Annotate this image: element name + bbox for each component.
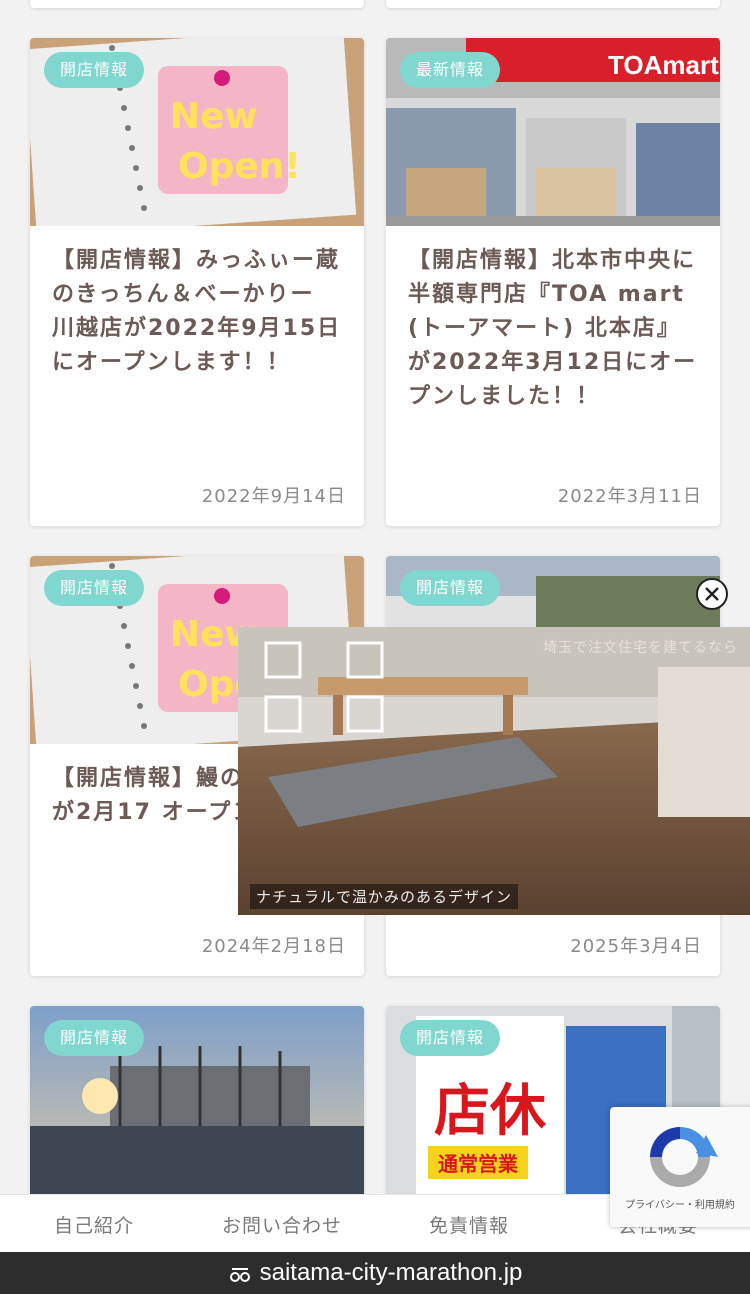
article-card[interactable]: 開店情報: [30, 1006, 364, 1206]
url-domain[interactable]: saitama-city-marathon.jp: [260, 1259, 523, 1287]
site-settings-icon[interactable]: [228, 1261, 252, 1285]
footer-link-profile[interactable]: 自己紹介: [54, 1211, 134, 1238]
video-caption: ナチュラルで温かみのあるデザイン: [250, 884, 519, 909]
category-badge: 開店情報: [44, 52, 145, 88]
recaptcha-badge[interactable]: プライバシー・利用規約: [610, 1107, 750, 1227]
article-date: 2025年3月4日: [570, 936, 702, 957]
article-date: 2022年3月11日: [557, 486, 702, 507]
article-card[interactable]: New Open! 開店情報 【開店情報】みっふぃー蔵のきっちん＆べーかりー 川…: [30, 38, 364, 526]
article-title[interactable]: 【開店情報】北本市中央に半額専門店『TOA mart (トーアマート) 北本店』…: [386, 226, 720, 414]
article-thumbnail[interactable]: New Open! 開店情報: [30, 38, 364, 226]
article-date: 2022年9月14日: [201, 486, 346, 507]
footer-link-contact[interactable]: お問い合わせ: [222, 1211, 342, 1238]
category-badge: 開店情報: [44, 1020, 145, 1056]
article-thumbnail[interactable]: TOAmart 最新情報: [386, 38, 720, 226]
browser-url-bar[interactable]: saitama-city-marathon.jp: [0, 1252, 750, 1294]
video-overlay-title: 埼玉で注文住宅を建てるなら: [543, 640, 738, 656]
article-thumbnail[interactable]: 開店情報: [30, 1006, 364, 1194]
video-ad[interactable]: 埼玉で注文住宅を建てるなら ナチュラルで温かみのあるデザイン: [238, 627, 750, 915]
article-title[interactable]: 【開店情報】みっふぃー蔵のきっちん＆べーかりー 川越店が2022年9月15日にオ…: [30, 226, 364, 380]
svg-text:Open!: Open!: [178, 146, 301, 187]
recaptcha-icon: [650, 1127, 718, 1187]
category-badge: 開店情報: [400, 570, 501, 606]
recaptcha-links[interactable]: プライバシー・利用規約: [610, 1196, 750, 1211]
card-partial-top: [386, 0, 720, 8]
notice-sign-text: 店休: [434, 1079, 546, 1144]
category-badge: 最新情報: [400, 52, 501, 88]
footer-link-disclaimer[interactable]: 免責情報: [429, 1211, 509, 1238]
close-icon[interactable]: [696, 578, 728, 610]
article-card[interactable]: TOAmart 最新情報 【開店情報】北本市中央に半額専門店『TOA mart …: [386, 38, 720, 526]
store-sign-text: TOAmart: [608, 50, 719, 80]
card-partial-top: [30, 0, 364, 8]
notice-subsign-text: 通常営業: [428, 1146, 528, 1179]
svg-text:New: New: [170, 96, 258, 137]
article-date: 2024年2月18日: [201, 936, 346, 957]
category-badge: 開店情報: [400, 1020, 501, 1056]
category-badge: 開店情報: [44, 570, 145, 606]
